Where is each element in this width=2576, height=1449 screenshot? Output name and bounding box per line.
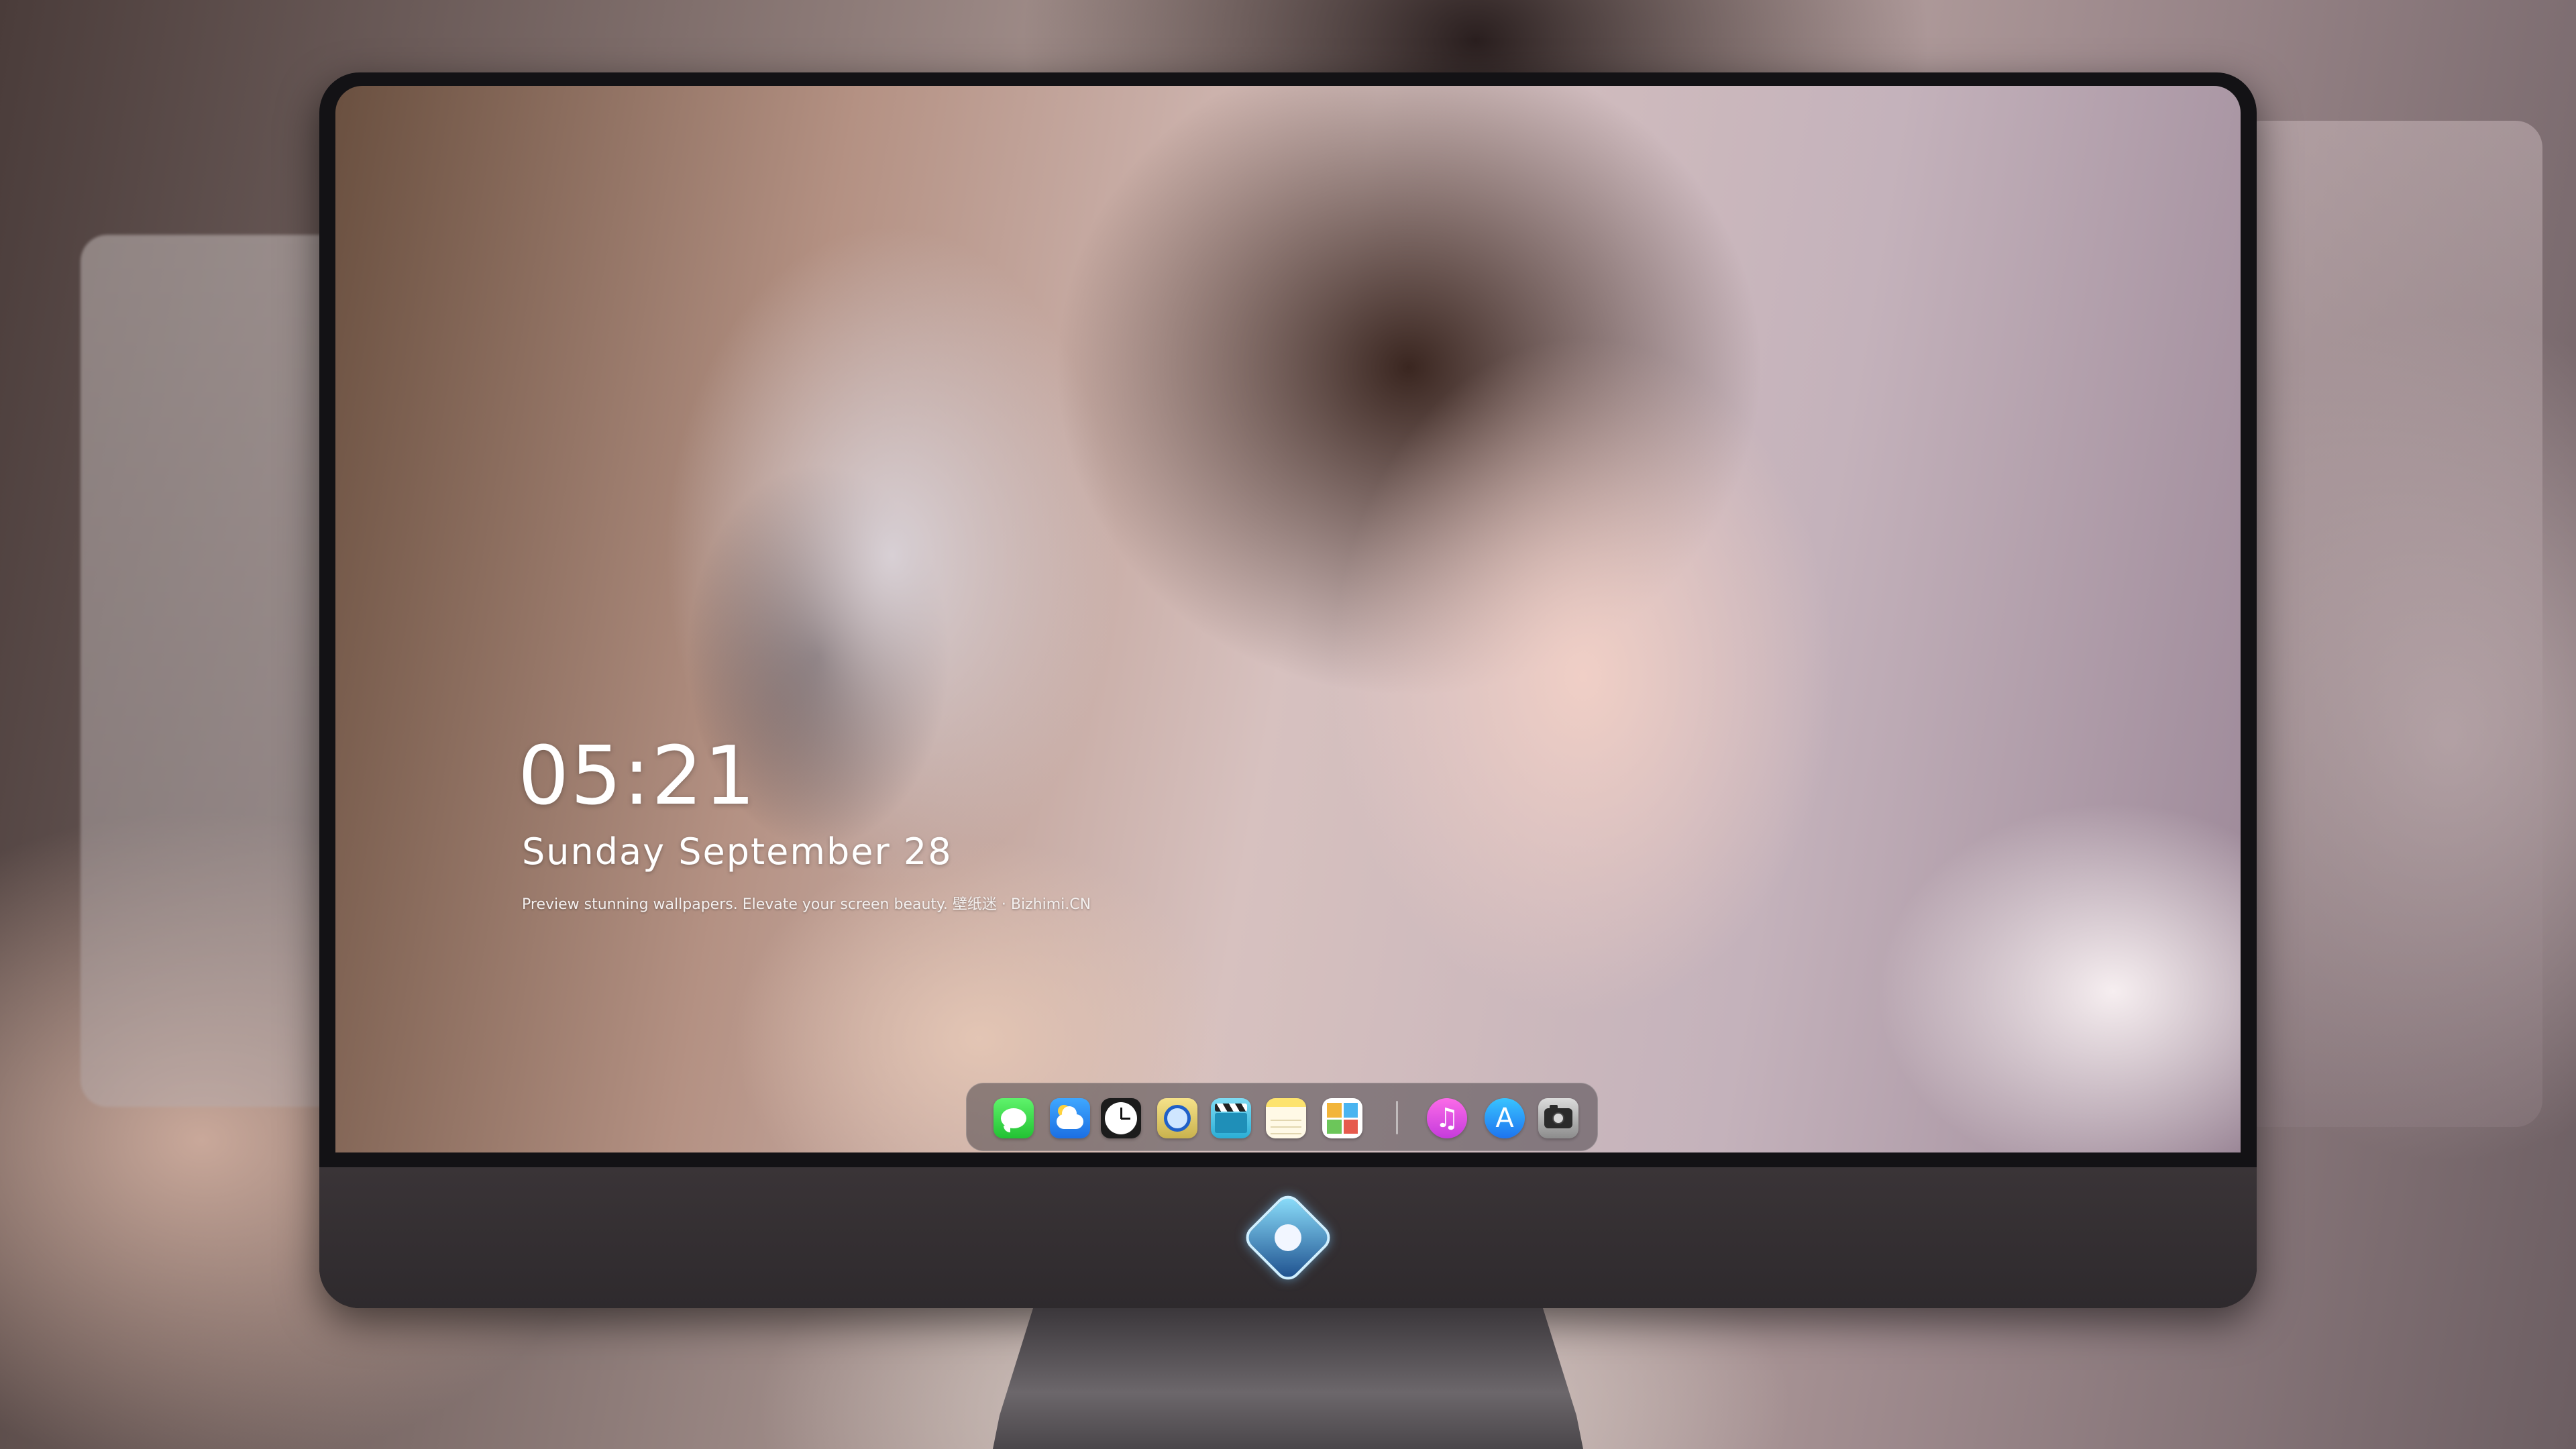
music-note-glyph: ♫ [1435, 1103, 1459, 1134]
preview-icon[interactable] [1157, 1098, 1197, 1138]
photo-gallery-icon[interactable] [1322, 1098, 1362, 1138]
wallpaper-caption: Preview stunning wallpapers. Elevate you… [522, 896, 1091, 913]
lockscreen-clock: 05:21 [518, 730, 757, 823]
monitor: 05:21 Sunday September 28 Preview stunni… [319, 72, 2257, 1308]
background-blur-right [2234, 121, 2542, 1127]
mascot-logo-icon [1240, 1190, 1336, 1285]
app-store-glyph: A [1495, 1103, 1514, 1134]
dock-separator [1396, 1101, 1398, 1134]
clock-icon[interactable] [1101, 1098, 1141, 1138]
messages-icon[interactable] [994, 1098, 1034, 1138]
lockscreen-date: Sunday September 28 [522, 830, 953, 873]
weather-icon[interactable] [1050, 1098, 1090, 1138]
monitor-chin [319, 1167, 2257, 1308]
lock-screen[interactable]: 05:21 Sunday September 28 Preview stunni… [335, 86, 2241, 1152]
camera-icon[interactable] [1538, 1098, 1578, 1138]
clapper-icon[interactable] [1211, 1098, 1251, 1138]
notes-icon[interactable] [1266, 1098, 1306, 1138]
dock: ♫ A [966, 1083, 1598, 1151]
monitor-stand [993, 1308, 1583, 1449]
music-icon[interactable]: ♫ [1427, 1098, 1467, 1138]
app-store-icon[interactable]: A [1485, 1098, 1525, 1138]
